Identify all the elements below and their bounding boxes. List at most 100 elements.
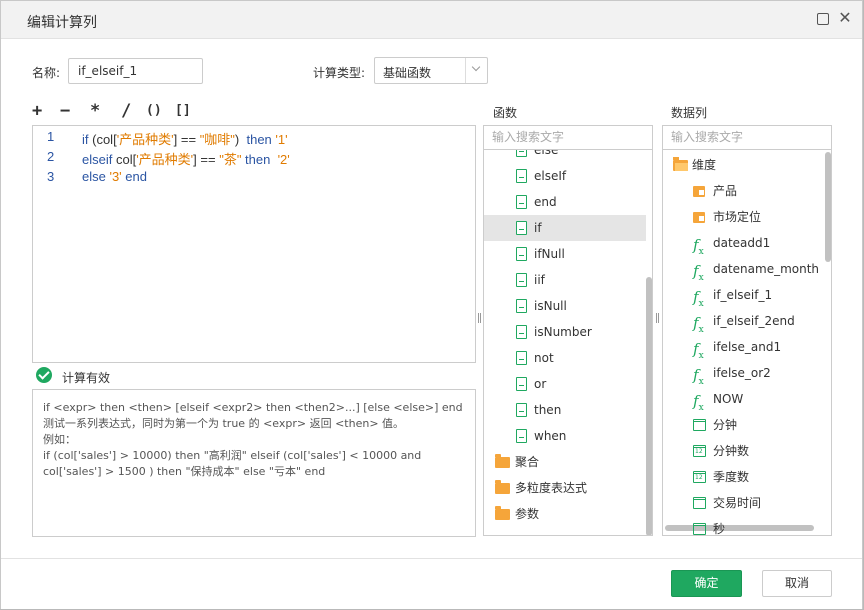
close-icon[interactable]: ✕ [837,9,853,27]
columns-search-input[interactable]: 输入搜索文字 [662,125,832,150]
divide-operator-button[interactable]: / [121,101,131,121]
code-token: '产品种类' [136,152,194,167]
code-token: end [121,169,147,184]
column-item[interactable]: 秒 [663,516,823,536]
calendar-icon [693,419,706,431]
code-text: if (col['产品种类'] == "咖啡") then '1' [82,129,288,148]
splitter-handle[interactable] [478,313,481,323]
plus-operator-button[interactable]: + [32,101,42,121]
functions-search-input[interactable]: 输入搜索文字 [483,125,653,150]
function-item[interactable]: iif [484,267,646,293]
column-item-label: dateadd1 [713,236,771,250]
multiply-operator-button[interactable]: * [90,101,100,121]
column-item[interactable]: fx if_elseif_2end [663,308,823,335]
function-doc-icon [516,403,527,417]
columns-vertical-scrollbar[interactable] [825,152,831,262]
function-category-item[interactable]: 聚合 [484,449,646,475]
column-item[interactable]: 季度数 [663,464,823,490]
function-doc-icon [516,169,527,183]
folder-icon [495,506,510,520]
column-item[interactable]: fx datename_month [663,256,823,283]
code-token: ) [234,132,247,147]
function-doc-icon [516,429,527,443]
minus-operator-button[interactable]: − [60,101,70,121]
column-item[interactable]: fx NOW [663,386,823,413]
function-doc-icon [516,273,527,287]
line-number: 2 [47,149,55,164]
columns-panel-title: 数据列 [671,106,708,120]
function-item[interactable]: when [484,423,646,449]
column-folder[interactable]: 维度 [663,152,823,178]
function-item-label: isNull [534,299,567,313]
splitter-handle[interactable] [656,313,659,323]
functions-panel-title: 函数 [493,106,518,120]
code-text: elseif col['产品种类'] == "茶" then '2' [82,149,290,168]
function-item-label: isNumber [534,325,592,339]
line-number: 1 [47,129,55,144]
description-example-label: 例如： [43,433,76,446]
column-item-label: NOW [713,392,744,406]
type-label: 计算类型: [313,66,366,80]
function-doc-icon [516,247,527,261]
list-item[interactable]: else [484,150,652,163]
line-number: 3 [47,169,55,184]
function-item[interactable]: elseIf [484,163,646,189]
function-item[interactable]: then [484,397,646,423]
function-item[interactable]: isNumber [484,319,646,345]
name-input[interactable]: if_elseif_1 [68,58,203,84]
brackets-operator-button[interactable]: [] [175,103,191,118]
column-item[interactable]: 交易时间 [663,490,823,516]
function-item[interactable]: if [484,215,646,241]
column-item[interactable]: fx if_elseif_1 [663,282,823,309]
function-item-label: iif [534,273,545,287]
function-item-label: when [534,429,567,443]
function-item[interactable]: or [484,371,646,397]
code-token: then [246,132,276,147]
dialog-titlebar: 编辑计算列 ✕ [1,1,862,39]
folder-icon [495,480,510,494]
column-item[interactable]: fx dateadd1 [663,230,823,257]
description-syntax: if <expr> then <then> [elseif <expr2> th… [43,401,463,414]
calculation-type-select[interactable]: 基础函数 [374,57,488,84]
cancel-button[interactable]: 取消 [762,570,832,597]
code-text: else '3' end [82,169,147,184]
columns-list: 维度 产品 市场定位 fx dateadd1 fx datename_month fx if_e… [662,150,832,536]
code-token: col[ [115,152,137,167]
function-item-label: then [534,403,562,417]
description-summary: 测试一系列表达式，同时为第一个为 true 的 <expr> 返回 <then>… [43,417,405,430]
code-token: then [241,152,278,167]
functions-scrollbar[interactable] [646,277,652,535]
parentheses-operator-button[interactable]: () [146,103,162,118]
column-item[interactable]: fx ifelse_and1 [663,334,823,361]
column-item[interactable]: 分钟 [663,412,823,438]
column-item[interactable]: 分钟数 [663,438,823,464]
function-item-label: if [534,221,542,235]
function-doc-icon [516,325,527,339]
column-item-label: 季度数 [713,470,750,484]
description-example: if (col['sales'] > 10000) then "高利润" els… [43,449,422,478]
column-item[interactable]: fx ifelse_or2 [663,360,823,387]
function-item-label: elseIf [534,169,567,183]
code-token: else [82,169,110,184]
function-item[interactable]: end [484,189,646,215]
column-item[interactable]: 市场定位 [663,204,823,230]
function-doc-icon [516,150,527,157]
column-item[interactable]: 产品 [663,178,823,204]
maximize-icon[interactable] [817,13,829,25]
column-item-label: 秒 [713,522,726,536]
code-token: '2' [277,152,290,167]
formula-editor[interactable]: 1 if (col['产品种类'] == "咖啡") then '1' 2 elsei… [32,125,476,363]
confirm-button[interactable]: 确定 [671,570,742,597]
function-category-item[interactable]: 参数 [484,501,646,527]
column-item-label: 分钟数 [713,444,750,458]
function-description: if <expr> then <then> [elseif <expr2> th… [32,389,476,537]
function-item[interactable]: isNull [484,293,646,319]
column-item-label: 分钟 [713,418,738,432]
function-item[interactable]: not [484,345,646,371]
column-item-label: if_elseif_1 [713,288,773,302]
function-category-item[interactable]: 多粒度表达式 [484,475,646,501]
function-item[interactable]: ifNull [484,241,646,267]
check-circle-icon [36,367,52,383]
calendar-icon [693,497,706,509]
chevron-down-icon[interactable] [465,58,488,83]
